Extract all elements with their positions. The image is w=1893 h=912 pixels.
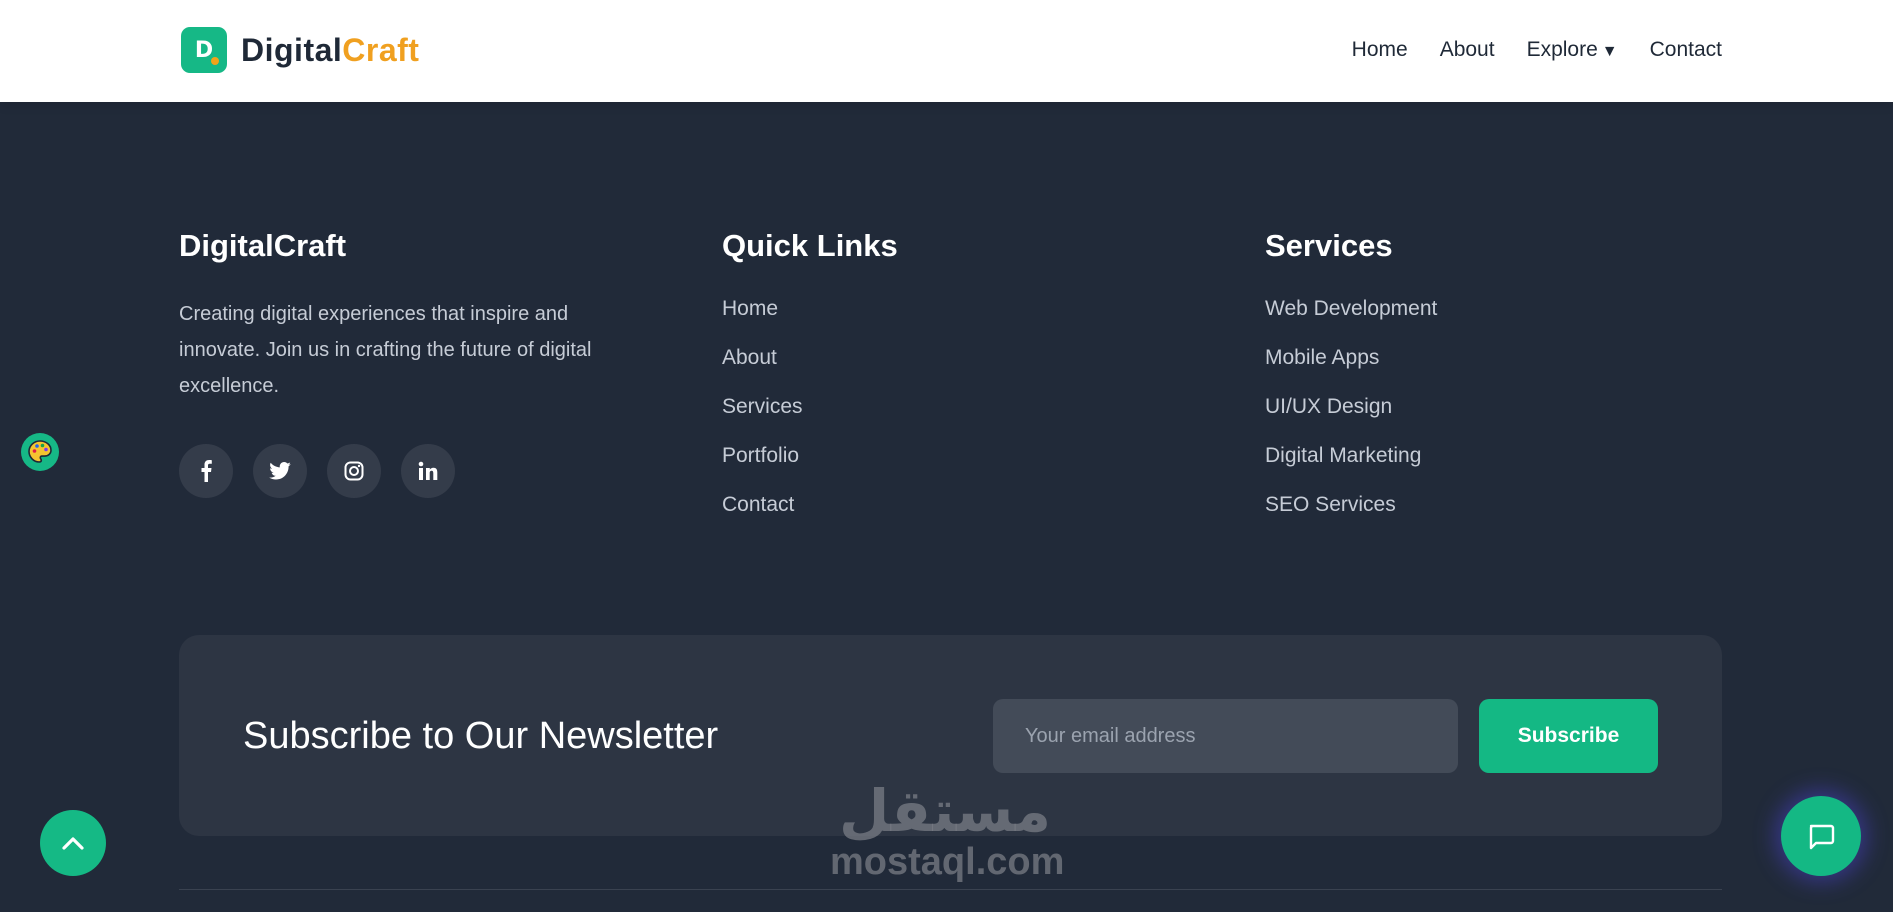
logo-text-digital: Digital	[241, 31, 343, 68]
main-nav: Home About Explore ▼ Contact	[1352, 38, 1722, 62]
service-link-web-development[interactable]: Web Development	[1265, 296, 1437, 345]
quick-link-about[interactable]: About	[722, 345, 898, 394]
service-link-digital-marketing[interactable]: Digital Marketing	[1265, 443, 1437, 492]
nav-about[interactable]: About	[1440, 38, 1495, 62]
nav-contact[interactable]: Contact	[1650, 38, 1722, 62]
watermark-latin: mostaql.com	[830, 841, 1065, 883]
social-links	[179, 444, 455, 498]
nav-home[interactable]: Home	[1352, 38, 1408, 62]
logo-dot	[211, 57, 219, 65]
subscribe-button[interactable]: Subscribe	[1479, 699, 1658, 773]
chevron-up-icon	[62, 837, 84, 850]
watermark: مستقل mostaql.com	[830, 777, 1065, 883]
footer-services-column: Services Web Development Mobile Apps UI/…	[1265, 228, 1437, 541]
footer-divider	[179, 889, 1722, 890]
services-title: Services	[1265, 228, 1393, 263]
nav-explore[interactable]: Explore ▼	[1527, 38, 1618, 62]
linkedin-icon[interactable]	[401, 444, 455, 498]
quick-link-services[interactable]: Services	[722, 394, 898, 443]
instagram-icon[interactable]	[327, 444, 381, 498]
quick-links-list: Home About Services Portfolio Contact	[722, 296, 898, 541]
footer-brand-description: Creating digital experiences that inspir…	[179, 303, 592, 397]
services-list: Web Development Mobile Apps UI/UX Design…	[1265, 296, 1437, 541]
chat-icon	[1809, 824, 1835, 850]
service-link-ui-ux-design[interactable]: UI/UX Design	[1265, 394, 1437, 443]
chat-button[interactable]	[1781, 796, 1861, 876]
quick-link-contact[interactable]: Contact	[722, 492, 898, 541]
watermark-arabic: مستقل	[838, 777, 1052, 845]
palette-icon[interactable]	[21, 433, 59, 471]
footer-brand-title: DigitalCraft	[179, 228, 347, 263]
nav-explore-label: Explore	[1526, 38, 1598, 61]
footer-quick-links-column: Quick Links Home About Services Portfoli…	[722, 228, 898, 541]
logo-badge-icon: D	[181, 27, 227, 73]
service-link-mobile-apps[interactable]: Mobile Apps	[1265, 345, 1437, 394]
logo[interactable]: D DigitalCraft	[181, 27, 419, 73]
twitter-icon[interactable]	[253, 444, 307, 498]
email-input[interactable]	[993, 699, 1458, 773]
logo-text: DigitalCraft	[241, 32, 419, 69]
site-header: D DigitalCraft Home About Explore ▼ Conta…	[0, 0, 1893, 102]
logo-text-craft: Craft	[342, 31, 420, 68]
footer-brand-column: DigitalCraft Creating digital experience…	[179, 228, 639, 404]
caret-down-icon: ▼	[1601, 43, 1618, 60]
quick-link-home[interactable]: Home	[722, 296, 898, 345]
facebook-icon[interactable]	[179, 444, 233, 498]
newsletter-title: Subscribe to Our Newsletter	[243, 715, 719, 757]
quick-links-title: Quick Links	[722, 228, 898, 263]
quick-link-portfolio[interactable]: Portfolio	[722, 443, 898, 492]
scroll-to-top-button[interactable]	[40, 810, 106, 876]
service-link-seo-services[interactable]: SEO Services	[1265, 492, 1437, 541]
